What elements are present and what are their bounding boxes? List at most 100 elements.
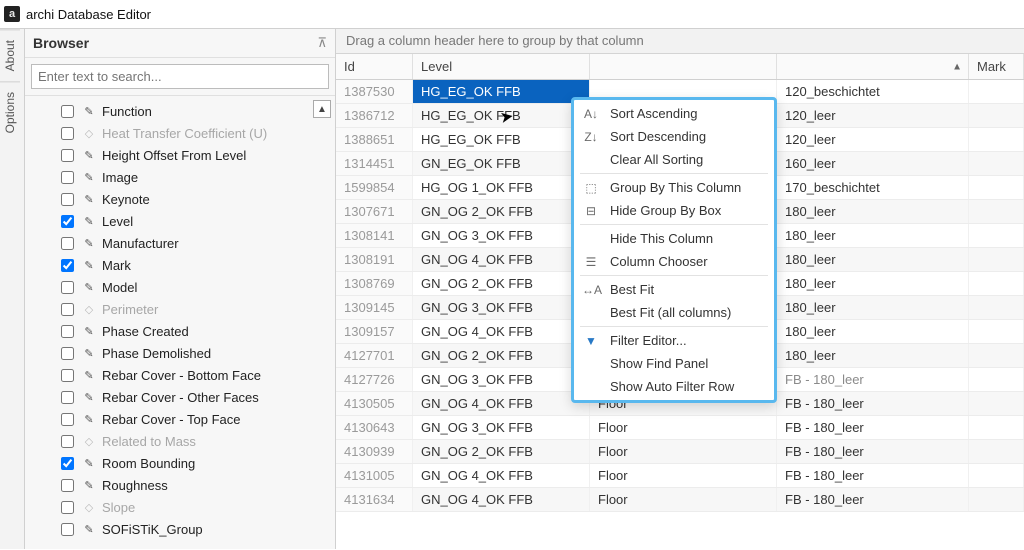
menu-item[interactable]: Clear All Sorting — [574, 148, 774, 171]
cell-mark[interactable] — [969, 152, 1024, 175]
property-item[interactable]: Roughness — [55, 474, 335, 496]
cell-id[interactable]: 4130939 — [336, 440, 413, 463]
property-checkbox[interactable] — [61, 171, 74, 184]
property-item[interactable]: Perimeter — [55, 298, 335, 320]
cell-family[interactable]: 180_leer — [777, 344, 969, 367]
property-item[interactable]: Mark — [55, 254, 335, 276]
cell-id[interactable]: 4130643 — [336, 416, 413, 439]
menu-item[interactable]: Hide This Column — [574, 227, 774, 250]
cell-mark[interactable] — [969, 272, 1024, 295]
scroll-up-button[interactable]: ▲ — [313, 100, 331, 118]
property-checkbox[interactable] — [61, 369, 74, 382]
cell-id[interactable]: 4127701 — [336, 344, 413, 367]
property-checkbox[interactable] — [61, 149, 74, 162]
pin-icon[interactable]: ⊼ — [317, 35, 327, 51]
property-item[interactable]: Rebar Cover - Other Faces — [55, 386, 335, 408]
cell-mark[interactable] — [969, 416, 1024, 439]
cell-level[interactable]: GN_OG 4_OK FFB — [413, 248, 590, 271]
cell-family[interactable]: FB - 180_leer — [777, 488, 969, 511]
table-row[interactable]: 4130643GN_OG 3_OK FFBFloorFB - 180_leer — [336, 416, 1024, 440]
menu-item[interactable]: ↔ABest Fit — [574, 278, 774, 301]
cell-id[interactable]: 1308141 — [336, 224, 413, 247]
cell-mark[interactable] — [969, 368, 1024, 391]
column-header-family[interactable]: ▲ — [777, 54, 969, 79]
cell-level[interactable]: GN_OG 3_OK FFB — [413, 224, 590, 247]
cell-id[interactable]: 4130505 — [336, 392, 413, 415]
cell-id[interactable]: 4127726 — [336, 368, 413, 391]
property-item[interactable]: Related to Mass — [55, 430, 335, 452]
property-item[interactable]: Room Bounding — [55, 452, 335, 474]
cell-level[interactable]: HG_OG 1_OK FFB — [413, 176, 590, 199]
property-item[interactable]: Phase Demolished — [55, 342, 335, 364]
cell-level[interactable]: HG_EG_OK FFB — [413, 128, 590, 151]
cell-level[interactable]: GN_OG 3_OK FFB — [413, 368, 590, 391]
cell-id[interactable]: 1308191 — [336, 248, 413, 271]
menu-item[interactable]: ⊟Hide Group By Box — [574, 199, 774, 222]
cell-mark[interactable] — [969, 440, 1024, 463]
property-item[interactable]: Keynote — [55, 188, 335, 210]
cell-family[interactable]: 120_beschichtet — [777, 80, 969, 103]
column-header-category[interactable] — [590, 54, 777, 79]
column-header-mark[interactable]: Mark — [969, 54, 1024, 79]
menu-item[interactable]: ⬚Group By This Column — [574, 176, 774, 199]
cell-family[interactable]: 180_leer — [777, 224, 969, 247]
cell-id[interactable]: 1387530 — [336, 80, 413, 103]
cell-id[interactable]: 1314451 — [336, 152, 413, 175]
cell-id[interactable]: 1386712 — [336, 104, 413, 127]
menu-item[interactable]: ▼Filter Editor... — [574, 329, 774, 352]
cell-id[interactable]: 4131005 — [336, 464, 413, 487]
property-checkbox[interactable] — [61, 479, 74, 492]
property-checkbox[interactable] — [61, 391, 74, 404]
property-checkbox[interactable] — [61, 457, 74, 470]
cell-id[interactable]: 4131634 — [336, 488, 413, 511]
cell-mark[interactable] — [969, 248, 1024, 271]
menu-item[interactable]: Best Fit (all columns) — [574, 301, 774, 324]
cell-level[interactable]: GN_OG 2_OK FFB — [413, 440, 590, 463]
cell-id[interactable]: 1309157 — [336, 320, 413, 343]
cell-family[interactable]: FB - 180_leer — [777, 368, 969, 391]
cell-family[interactable]: 170_beschichtet — [777, 176, 969, 199]
property-checkbox[interactable] — [61, 435, 74, 448]
property-checkbox[interactable] — [61, 281, 74, 294]
menu-item[interactable]: A↓Sort Ascending — [574, 102, 774, 125]
property-checkbox[interactable] — [61, 501, 74, 514]
property-item[interactable]: Level — [55, 210, 335, 232]
cell-id[interactable]: 1307671 — [336, 200, 413, 223]
cell-category[interactable]: Floor — [590, 440, 777, 463]
cell-level[interactable]: GN_OG 4_OK FFB — [413, 488, 590, 511]
cell-level[interactable]: GN_OG 2_OK FFB — [413, 272, 590, 295]
cell-mark[interactable] — [969, 224, 1024, 247]
property-checkbox[interactable] — [61, 413, 74, 426]
group-by-strip[interactable]: Drag a column header here to group by th… — [336, 29, 1024, 54]
cell-family[interactable]: FB - 180_leer — [777, 440, 969, 463]
property-item[interactable]: SOFiSTiK_Group — [55, 518, 335, 540]
cell-level[interactable]: GN_OG 2_OK FFB — [413, 344, 590, 367]
cell-family[interactable]: 160_leer — [777, 152, 969, 175]
table-row[interactable]: 4131634GN_OG 4_OK FFBFloorFB - 180_leer — [336, 488, 1024, 512]
cell-family[interactable]: 180_leer — [777, 296, 969, 319]
property-item[interactable]: Slope — [55, 496, 335, 518]
cell-level[interactable]: GN_OG 3_OK FFB — [413, 416, 590, 439]
cell-category[interactable]: Floor — [590, 488, 777, 511]
table-row[interactable]: 4130939GN_OG 2_OK FFBFloorFB - 180_leer — [336, 440, 1024, 464]
cell-mark[interactable] — [969, 296, 1024, 319]
property-checkbox[interactable] — [61, 259, 74, 272]
menu-item[interactable]: Show Find Panel — [574, 352, 774, 375]
cell-family[interactable]: 120_leer — [777, 104, 969, 127]
cell-level[interactable]: HG_EG_OK FFB — [413, 80, 590, 103]
cell-family[interactable]: 180_leer — [777, 272, 969, 295]
property-checkbox[interactable] — [61, 105, 74, 118]
cell-family[interactable]: 180_leer — [777, 320, 969, 343]
property-item[interactable]: Height Offset From Level — [55, 144, 335, 166]
cell-family[interactable]: 180_leer — [777, 200, 969, 223]
cell-mark[interactable] — [969, 464, 1024, 487]
property-item[interactable]: Phase Created — [55, 320, 335, 342]
cell-id[interactable]: 1308769 — [336, 272, 413, 295]
property-checkbox[interactable] — [61, 215, 74, 228]
cell-category[interactable]: Floor — [590, 416, 777, 439]
cell-level[interactable]: GN_OG 2_OK FFB — [413, 200, 590, 223]
property-item[interactable]: Rebar Cover - Bottom Face — [55, 364, 335, 386]
cell-family[interactable]: FB - 180_leer — [777, 464, 969, 487]
cell-mark[interactable] — [969, 104, 1024, 127]
cell-family[interactable]: FB - 180_leer — [777, 416, 969, 439]
